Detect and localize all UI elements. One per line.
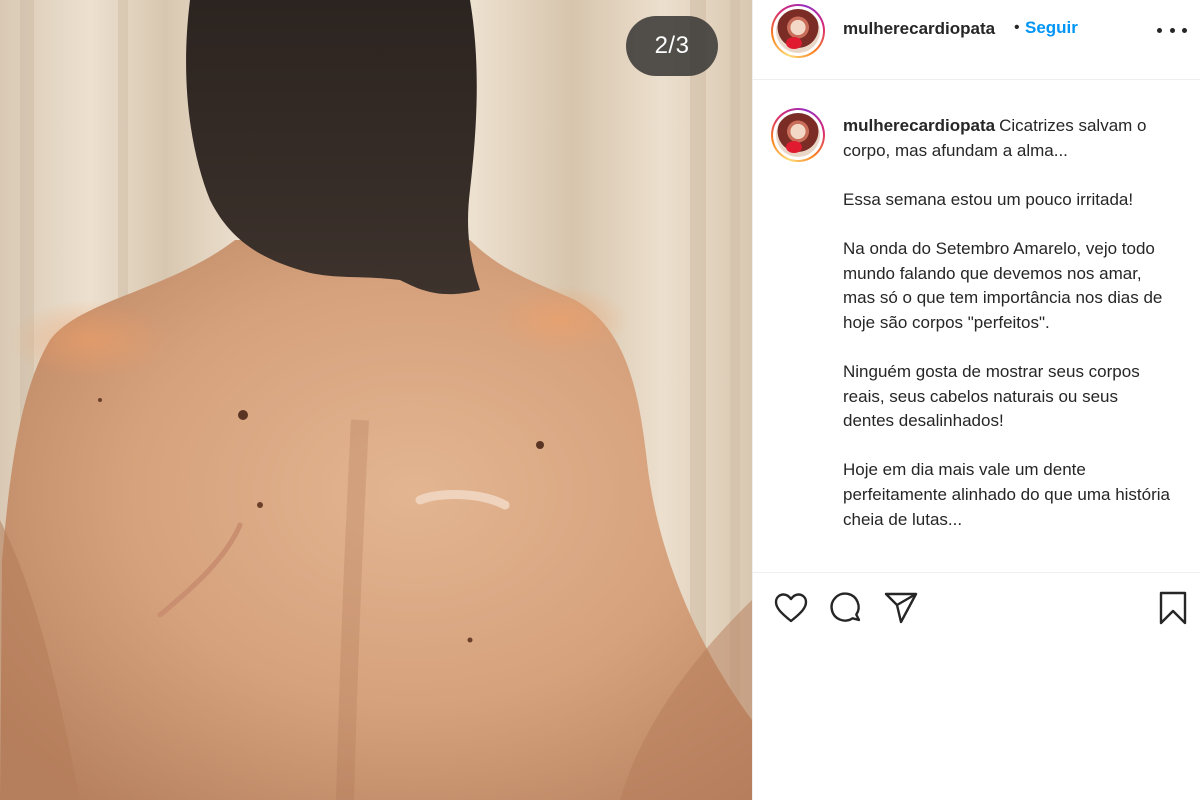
caption-paragraph: Hoje em dia mais vale um dente perfeitam… <box>843 460 1170 529</box>
heart-icon[interactable] <box>773 590 809 626</box>
comment-icon[interactable] <box>828 590 864 626</box>
bookmark-icon[interactable] <box>1155 590 1191 626</box>
header-username[interactable]: mulherecardiopata <box>843 19 995 39</box>
post-actions <box>753 574 1200 640</box>
follow-button[interactable]: Seguir <box>1025 18 1078 38</box>
caption-paragraph: Ninguém gosta de mostrar seus corpos rea… <box>843 361 1140 431</box>
caption-section: mulherecardiopata Cicatrizes salvam o cor… <box>753 80 1200 573</box>
caption-paragraph: Essa semana estou um pouco irritada! <box>843 189 1134 209</box>
post-details-panel: mulherecardiopata • Seguir mulherecardio… <box>752 0 1200 800</box>
caption-avatar[interactable] <box>771 108 825 162</box>
caption-paragraph: Na onda do Setembro Amarelo, vejo todo m… <box>843 238 1163 332</box>
caption-text: mulherecardiopata Cicatrizes salvam o cor… <box>843 114 1173 532</box>
post-header: mulherecardiopata • Seguir <box>753 0 1200 80</box>
more-horizontal-icon[interactable] <box>1157 20 1187 40</box>
caption-username[interactable]: mulherecardiopata <box>843 116 995 135</box>
avatar[interactable] <box>771 4 825 58</box>
separator-dot: • <box>1014 19 1020 36</box>
profile-picture <box>776 113 820 157</box>
caption-paragraph: mulherecardiopata Cicatrizes salvam o cor… <box>843 114 1173 163</box>
profile-picture <box>776 9 820 53</box>
paper-plane-icon[interactable] <box>883 590 919 626</box>
slide-counter: 2/3 <box>626 16 718 76</box>
post-photo[interactable]: 2/3 <box>0 0 752 800</box>
back-photo-illustration <box>0 0 752 800</box>
